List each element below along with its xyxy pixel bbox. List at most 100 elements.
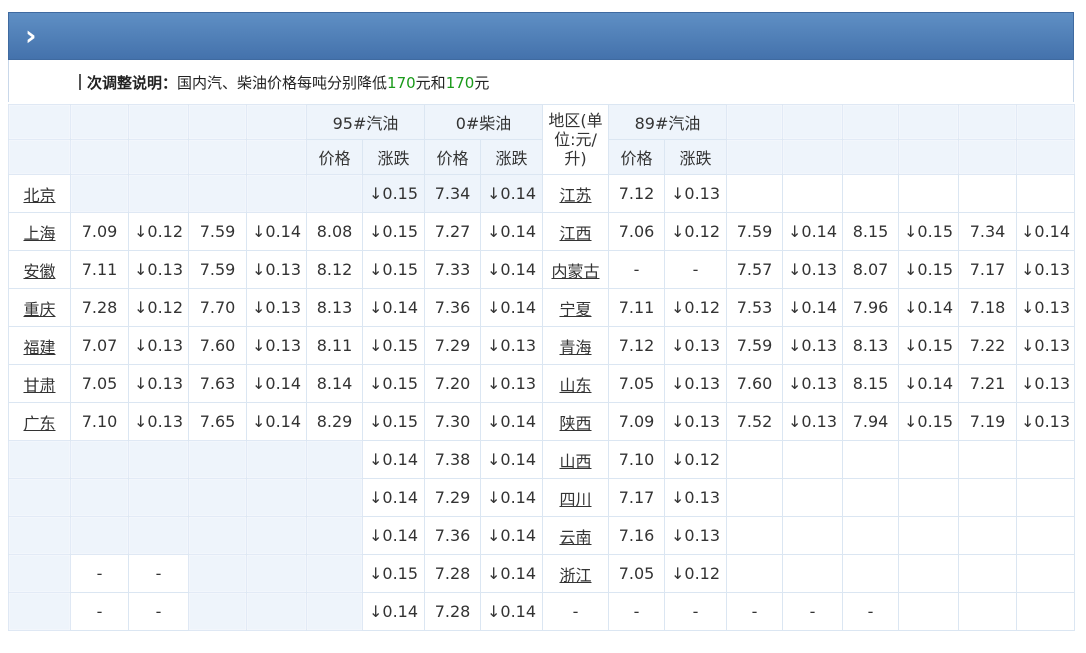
price-cell: 7.17 <box>608 478 665 517</box>
price-cell: ↓0.12 <box>664 212 727 251</box>
notice-diesel-drop: 170 <box>445 74 475 92</box>
price-cell <box>1016 174 1075 213</box>
province-right[interactable]: 宁夏 <box>542 288 609 327</box>
header-sub: 价格 <box>306 139 363 175</box>
price-cell: 7.21 <box>958 364 1017 403</box>
price-cell: ↓0.13 <box>480 364 543 403</box>
price-cell <box>782 440 843 479</box>
table-row: - - ↓0.15 7.28 ↓0.14 浙江 7.05 ↓0.12 <box>8 554 1075 593</box>
price-cell: 8.11 <box>306 326 363 365</box>
header-blank <box>188 104 247 140</box>
province-left[interactable]: 甘肃 <box>8 364 71 403</box>
price-cell: 7.33 <box>424 250 481 289</box>
province-right[interactable]: 山东 <box>542 364 609 403</box>
price-cell: 7.59 <box>726 212 783 251</box>
price-cell: 7.27 <box>424 212 481 251</box>
price-cell: ↓0.13 <box>664 478 727 517</box>
province-left[interactable]: 重庆 <box>8 288 71 327</box>
price-cell: 8.29 <box>306 402 363 441</box>
price-cell <box>726 174 783 213</box>
price-cell <box>128 174 189 213</box>
province-right[interactable]: 江苏 <box>542 174 609 213</box>
price-cell: 7.36 <box>424 288 481 327</box>
price-cell: ↓0.13 <box>664 174 727 213</box>
province-left[interactable]: 安徽 <box>8 250 71 289</box>
price-cell: ↓0.13 <box>128 364 189 403</box>
price-cell <box>958 478 1017 517</box>
header-0-diesel: 0#柴油 <box>424 104 543 140</box>
price-cell: ↓0.13 <box>1016 250 1075 289</box>
header-sub: 涨跌 <box>664 139 727 175</box>
header-sub: 涨跌 <box>480 139 543 175</box>
province-right[interactable]: 云南 <box>542 516 609 555</box>
price-cell: ↓0.14 <box>362 478 425 517</box>
province-right[interactable]: 青海 <box>542 326 609 365</box>
price-cell: 8.13 <box>842 326 899 365</box>
price-cell: 7.96 <box>842 288 899 327</box>
province-right[interactable]: 江西 <box>542 212 609 251</box>
price-cell <box>246 554 307 593</box>
price-cell <box>958 554 1017 593</box>
price-cell <box>782 554 843 593</box>
price-cell <box>1016 440 1075 479</box>
table-row: ↓0.14 7.38 ↓0.14 山西 7.10 ↓0.12 <box>8 440 1075 479</box>
price-cell <box>188 516 247 555</box>
price-cell: ↓0.13 <box>246 326 307 365</box>
price-cell <box>128 516 189 555</box>
header-blank <box>898 139 959 175</box>
price-cell <box>898 516 959 555</box>
price-cell: ↓0.12 <box>664 554 727 593</box>
price-cell: ↓0.14 <box>362 440 425 479</box>
province-left <box>8 440 71 479</box>
price-cell: ↓0.14 <box>480 440 543 479</box>
price-cell: ↓0.14 <box>480 174 543 213</box>
table-row: ↓0.14 7.36 ↓0.14 云南 7.16 ↓0.13 <box>8 516 1075 555</box>
header-blank <box>1016 139 1075 175</box>
province-right[interactable]: 四川 <box>542 478 609 517</box>
price-cell <box>842 478 899 517</box>
price-cell: ↓0.13 <box>246 288 307 327</box>
price-cell: ↓0.14 <box>480 250 543 289</box>
price-cell: ↓0.15 <box>362 326 425 365</box>
header-blank <box>958 104 1017 140</box>
province-right[interactable]: 内蒙古 <box>542 250 609 289</box>
price-cell: 8.14 <box>306 364 363 403</box>
price-cell: ↓0.12 <box>664 288 727 327</box>
price-cell <box>306 516 363 555</box>
price-cell: 8.13 <box>306 288 363 327</box>
price-cell <box>726 554 783 593</box>
province-right[interactable]: 浙江 <box>542 554 609 593</box>
table-row: 甘肃 7.05 ↓0.13 7.63 ↓0.14 8.14 ↓0.15 7.20 ↓0.13 山东… <box>8 364 1075 403</box>
price-cell: ↓0.14 <box>898 288 959 327</box>
price-cell: 8.12 <box>306 250 363 289</box>
price-cell: 7.07 <box>70 326 129 365</box>
province-left[interactable]: 广东 <box>8 402 71 441</box>
price-cell: 7.53 <box>726 288 783 327</box>
province-right[interactable]: 陕西 <box>542 402 609 441</box>
price-cell: ↓0.13 <box>782 364 843 403</box>
province-left[interactable]: 福建 <box>8 326 71 365</box>
price-cell: - <box>664 592 727 631</box>
price-cell: ↓0.13 <box>246 250 307 289</box>
province-left <box>8 516 71 555</box>
price-cell <box>306 440 363 479</box>
header-blank <box>782 139 843 175</box>
header-blank <box>128 139 189 175</box>
price-cell <box>246 516 307 555</box>
province-left <box>8 592 71 631</box>
chevron-right-icon[interactable]: › <box>25 21 37 51</box>
price-cell <box>128 478 189 517</box>
province-left[interactable]: 上海 <box>8 212 71 251</box>
price-cell: ↓0.13 <box>128 326 189 365</box>
price-cell <box>246 478 307 517</box>
province-right[interactable]: 山西 <box>542 440 609 479</box>
price-cell <box>128 440 189 479</box>
table-row: 福建 7.07 ↓0.13 7.60 ↓0.13 8.11 ↓0.15 7.29 ↓0.13 青海… <box>8 326 1075 365</box>
price-cell: 7.16 <box>608 516 665 555</box>
section-header: › <box>8 12 1074 60</box>
price-cell <box>726 478 783 517</box>
price-cell: ↓0.15 <box>898 402 959 441</box>
price-cell <box>898 478 959 517</box>
price-cell: ↓0.13 <box>1016 364 1075 403</box>
province-left[interactable]: 北京 <box>8 174 71 213</box>
